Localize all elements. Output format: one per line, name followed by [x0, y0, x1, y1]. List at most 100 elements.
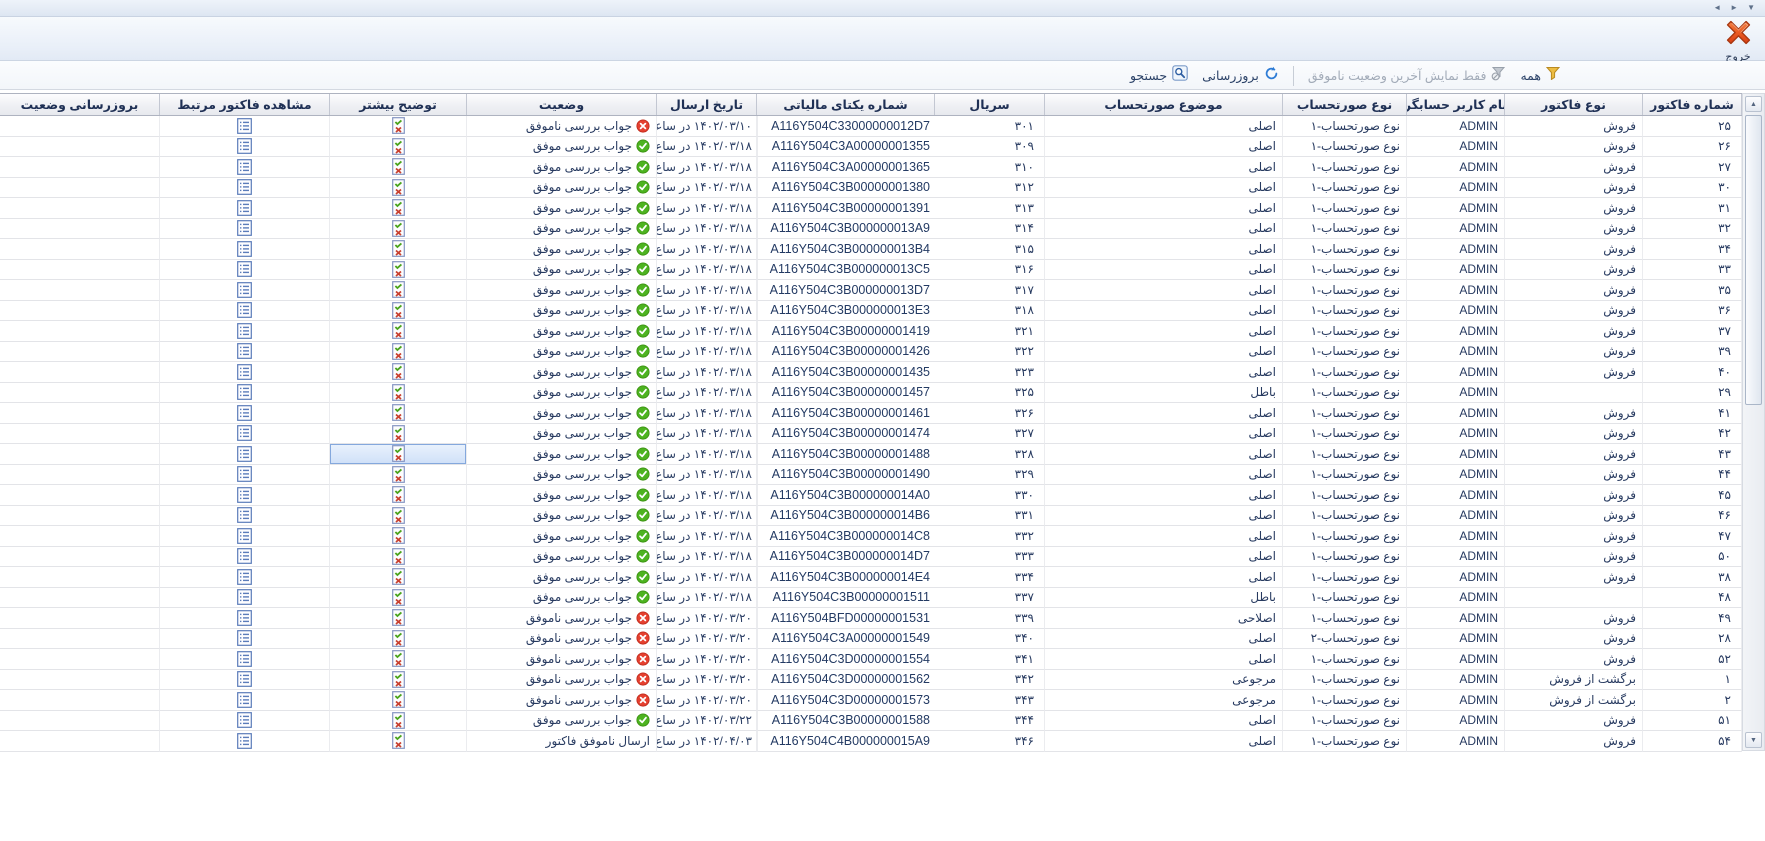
more-detail-icon[interactable]: [392, 445, 405, 462]
column-header-view-related-invoice[interactable]: مشاهده فاکتور مرتبط: [160, 94, 330, 115]
cell-more-detail[interactable]: [330, 731, 467, 752]
related-invoice-icon[interactable]: [237, 220, 252, 236]
more-detail-icon[interactable]: [392, 384, 405, 401]
cell-view-related-invoice[interactable]: [160, 116, 330, 137]
column-header-more-detail[interactable]: توضیح بیشتر: [330, 94, 467, 115]
cell-view-related-invoice[interactable]: [160, 690, 330, 711]
related-invoice-icon[interactable]: [237, 651, 252, 667]
cell-more-detail[interactable]: [330, 239, 467, 260]
cell-view-related-invoice[interactable]: [160, 670, 330, 691]
cell-view-related-invoice[interactable]: [160, 444, 330, 465]
related-invoice-icon[interactable]: [237, 610, 252, 626]
related-invoice-icon[interactable]: [237, 487, 252, 503]
cell-more-detail[interactable]: [330, 526, 467, 547]
more-detail-icon[interactable]: [392, 363, 405, 380]
cell-more-detail[interactable]: [330, 485, 467, 506]
related-invoice-icon[interactable]: [237, 384, 252, 400]
more-detail-icon[interactable]: [392, 343, 405, 360]
more-detail-icon[interactable]: [392, 240, 405, 257]
related-invoice-icon[interactable]: [237, 282, 252, 298]
cell-view-related-invoice[interactable]: [160, 239, 330, 260]
cell-view-related-invoice[interactable]: [160, 403, 330, 424]
cell-more-detail[interactable]: [330, 116, 467, 137]
search-button[interactable]: جستجو: [1130, 65, 1188, 86]
cell-view-related-invoice[interactable]: [160, 424, 330, 445]
cell-view-related-invoice[interactable]: [160, 547, 330, 568]
cell-more-detail[interactable]: [330, 342, 467, 363]
related-invoice-icon[interactable]: [237, 446, 252, 462]
more-detail-icon[interactable]: [392, 138, 405, 155]
cell-more-detail[interactable]: [330, 608, 467, 629]
related-invoice-icon[interactable]: [237, 323, 252, 339]
cell-view-related-invoice[interactable]: [160, 588, 330, 609]
nav-prev-icon[interactable]: ◄: [1713, 2, 1721, 14]
related-invoice-icon[interactable]: [237, 302, 252, 318]
more-detail-icon[interactable]: [392, 302, 405, 319]
cell-view-related-invoice[interactable]: [160, 157, 330, 178]
cell-more-detail[interactable]: [330, 547, 467, 568]
cell-view-related-invoice[interactable]: [160, 567, 330, 588]
more-detail-icon[interactable]: [392, 548, 405, 565]
cell-more-detail[interactable]: [330, 198, 467, 219]
cell-more-detail[interactable]: [330, 690, 467, 711]
cell-view-related-invoice[interactable]: [160, 219, 330, 240]
cell-view-related-invoice[interactable]: [160, 731, 330, 752]
more-detail-icon[interactable]: [392, 199, 405, 216]
cell-view-related-invoice[interactable]: [160, 711, 330, 732]
related-invoice-icon[interactable]: [237, 589, 252, 605]
refresh-button[interactable]: بروزرسانی: [1202, 66, 1279, 86]
column-header-tax-unique-number[interactable]: شماره یکتای مالیاتی: [757, 94, 935, 115]
cell-more-detail[interactable]: [330, 280, 467, 301]
cell-view-related-invoice[interactable]: [160, 465, 330, 486]
related-invoice-icon[interactable]: [237, 507, 252, 523]
related-invoice-icon[interactable]: [237, 425, 252, 441]
related-invoice-icon[interactable]: [237, 528, 252, 544]
exit-button[interactable]: خروج: [1714, 19, 1762, 59]
more-detail-icon[interactable]: [392, 179, 405, 196]
more-detail-icon[interactable]: [392, 281, 405, 298]
column-header-bill-subject[interactable]: موضوع صورتحساب: [1045, 94, 1283, 115]
related-invoice-icon[interactable]: [237, 671, 252, 687]
column-header-update-status[interactable]: بروزرسانی وضعیت: [0, 94, 160, 115]
more-detail-icon[interactable]: [392, 507, 405, 524]
cell-more-detail[interactable]: [330, 219, 467, 240]
nav-list-icon[interactable]: ▼: [1747, 2, 1755, 14]
cell-more-detail[interactable]: [330, 465, 467, 486]
cell-view-related-invoice[interactable]: [160, 342, 330, 363]
column-header-serial[interactable]: سریال: [935, 94, 1045, 115]
cell-view-related-invoice[interactable]: [160, 280, 330, 301]
cell-more-detail[interactable]: [330, 260, 467, 281]
cell-more-detail[interactable]: [330, 137, 467, 158]
related-invoice-icon[interactable]: [237, 241, 252, 257]
cell-view-related-invoice[interactable]: [160, 506, 330, 527]
nav-next-icon[interactable]: ►: [1730, 2, 1738, 14]
more-detail-icon[interactable]: [392, 691, 405, 708]
more-detail-icon[interactable]: [392, 609, 405, 626]
cell-more-detail[interactable]: [330, 444, 467, 465]
more-detail-icon[interactable]: [392, 466, 405, 483]
related-invoice-icon[interactable]: [237, 692, 252, 708]
cell-view-related-invoice[interactable]: [160, 649, 330, 670]
cell-view-related-invoice[interactable]: [160, 629, 330, 650]
column-header-invoice-number[interactable]: شماره فاکتور: [1643, 94, 1742, 115]
cell-more-detail[interactable]: [330, 301, 467, 322]
cell-more-detail[interactable]: [330, 383, 467, 404]
more-detail-icon[interactable]: [392, 527, 405, 544]
cell-view-related-invoice[interactable]: [160, 362, 330, 383]
cell-more-detail[interactable]: [330, 588, 467, 609]
cell-more-detail[interactable]: [330, 321, 467, 342]
related-invoice-icon[interactable]: [237, 466, 252, 482]
cell-view-related-invoice[interactable]: [160, 608, 330, 629]
scrollbar-thumb[interactable]: [1745, 115, 1762, 405]
filter-all-button[interactable]: همه: [1520, 66, 1560, 85]
more-detail-icon[interactable]: [392, 486, 405, 503]
cell-view-related-invoice[interactable]: [160, 260, 330, 281]
related-invoice-icon[interactable]: [237, 733, 252, 749]
more-detail-icon[interactable]: [392, 671, 405, 688]
related-invoice-icon[interactable]: [237, 343, 252, 359]
cell-more-detail[interactable]: [330, 178, 467, 199]
more-detail-icon[interactable]: [392, 650, 405, 667]
column-header-send-date[interactable]: تاریخ ارسال: [657, 94, 757, 115]
column-header-status[interactable]: وضعیت: [467, 94, 657, 115]
vertical-scrollbar[interactable]: ▲ ▼: [1742, 93, 1765, 751]
